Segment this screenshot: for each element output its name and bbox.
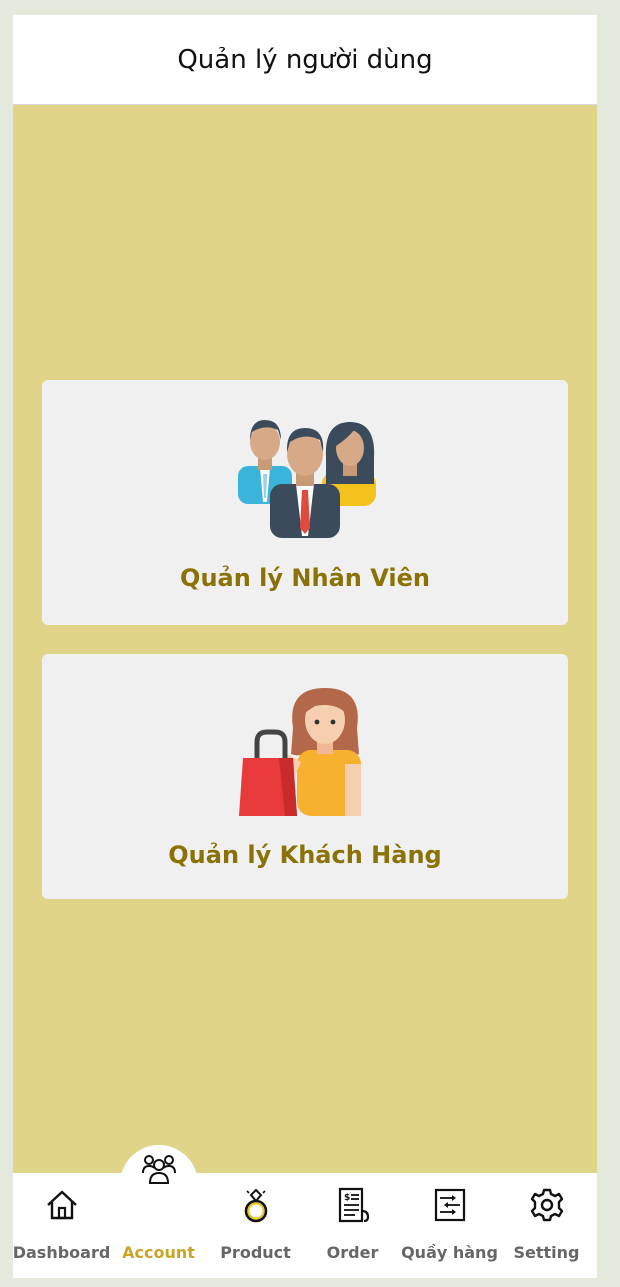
gear-icon bbox=[530, 1188, 563, 1222]
nav-order[interactable]: $ Order bbox=[304, 1173, 401, 1278]
nav-dashboard[interactable]: Dashboard bbox=[13, 1173, 110, 1278]
receipt-icon: $ bbox=[338, 1187, 369, 1223]
shopper-icon bbox=[239, 688, 361, 816]
top-app-bar: Quản lý người dùng bbox=[13, 15, 597, 105]
nav-order-label: Order bbox=[326, 1243, 379, 1262]
page-title: Quản lý người dùng bbox=[177, 44, 433, 75]
nav-counter-label: Quầy hàng bbox=[401, 1243, 498, 1262]
nav-product[interactable]: Product bbox=[207, 1173, 304, 1278]
nav-product-label: Product bbox=[220, 1243, 291, 1262]
nav-dashboard-label: Dashboard bbox=[13, 1243, 111, 1262]
manage-employees-card[interactable]: Quản lý Nhân Viên bbox=[42, 380, 568, 625]
nav-account-label: Account bbox=[122, 1243, 195, 1262]
manage-customers-label: Quản lý Khách Hàng bbox=[168, 841, 442, 869]
manage-employees-label: Quản lý Nhân Viên bbox=[180, 564, 430, 592]
staff-group-icon bbox=[238, 420, 376, 538]
users-icon bbox=[141, 1155, 176, 1184]
manage-customers-card[interactable]: Quản lý Khách Hàng bbox=[42, 654, 568, 899]
home-icon bbox=[46, 1190, 77, 1220]
nav-account[interactable]: Account bbox=[110, 1155, 207, 1278]
nav-setting[interactable]: Setting bbox=[498, 1173, 595, 1278]
svg-text:$: $ bbox=[344, 1193, 350, 1203]
bottom-navigation: Dashboard Account Product $ Order Quầy h… bbox=[13, 1155, 597, 1278]
counter-icon bbox=[434, 1188, 465, 1222]
nav-counter[interactable]: Quầy hàng bbox=[401, 1173, 498, 1278]
ring-icon bbox=[244, 1188, 267, 1223]
app-screen: Quản lý người dùng Quản lý Nhân Viên Quả… bbox=[13, 15, 597, 1278]
nav-setting-label: Setting bbox=[513, 1243, 580, 1262]
